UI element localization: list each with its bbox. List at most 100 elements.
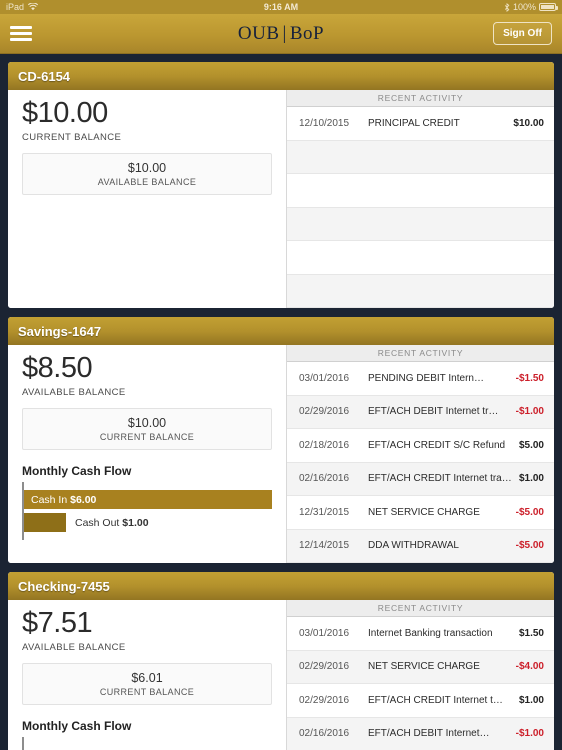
transaction-date: 02/18/2016	[299, 439, 350, 451]
secondary-balance-box: $10.00 AVAILABLE BALANCE	[22, 153, 272, 196]
sign-off-button[interactable]: Sign Off	[493, 22, 552, 45]
transaction-date: 12/14/2015	[299, 540, 350, 552]
transaction-row-empty	[287, 174, 554, 208]
status-right: 100%	[504, 2, 558, 12]
primary-balance-amount: $7.51	[22, 607, 93, 639]
transaction-description: Internet Banking transaction	[368, 627, 493, 639]
transaction-row-empty	[287, 207, 554, 241]
cash-in-bar: Cash In $6.00	[24, 490, 272, 510]
cash-in-label: Cash In	[31, 493, 68, 506]
account-balance-pane: $10.00 CURRENT BALANCE $10.00 AVAILABLE BAL…	[8, 90, 286, 308]
account-card[interactable]: Checking-7455 $7.51 AVAILABLE BALANCE $6.01…	[8, 572, 554, 750]
brand-right: BoP	[289, 22, 325, 44]
transaction-amount: -$5.00	[515, 506, 544, 518]
secondary-balance-amount: $10.00	[127, 161, 167, 176]
cash-out-labelgroup: Cash Out $1.00	[66, 517, 149, 529]
transaction-row[interactable]: 02/16/2016 EFT/ACH DEBIT Internet… -$1.00	[287, 717, 554, 750]
primary-balance-label: CURRENT BALANCE	[22, 132, 122, 144]
account-card-body: $8.50 AVAILABLE BALANCE $10.00 CURRENT BALA…	[8, 345, 554, 563]
battery-icon	[539, 3, 558, 11]
device-label: iPad	[6, 2, 25, 12]
transaction-description: EFT/ACH DEBIT Internet…	[368, 728, 490, 740]
status-left: iPad	[6, 2, 39, 12]
transaction-date: 02/16/2016	[299, 728, 350, 740]
transaction-date: 12/31/2015	[299, 506, 350, 518]
transaction-date: 12/10/2015	[299, 117, 350, 129]
ios-status-bar: iPad 9:16 AM 100%	[0, 0, 562, 14]
secondary-balance-label: AVAILABLE BALANCE	[97, 177, 197, 188]
wifi-icon	[28, 3, 39, 11]
secondary-balance-box: $6.01 CURRENT BALANCE	[22, 663, 272, 706]
cashflow-title: Monthly Cash Flow	[22, 719, 132, 734]
transaction-description: PENDING DEBIT Intern…	[368, 372, 484, 384]
recent-activity-header: RECENT ACTIVITY	[287, 600, 554, 617]
status-clock: 9:16 AM	[263, 2, 299, 12]
cash-out-bar	[24, 513, 66, 533]
transaction-date: 02/29/2016	[299, 406, 350, 418]
hamburger-menu-icon[interactable]	[10, 26, 32, 41]
transaction-row[interactable]: 02/16/2016 EFT/ACH CREDIT Internet tra… $1…	[287, 462, 554, 496]
transaction-date: 02/29/2016	[299, 661, 350, 673]
cashflow-row-cash-in: Cash In $6.00	[24, 490, 272, 510]
account-card[interactable]: CD-6154 $10.00 CURRENT BALANCE $10.00 AVAILA…	[8, 62, 554, 308]
account-balance-pane: $8.50 AVAILABLE BALANCE $10.00 CURRENT BALA…	[8, 345, 286, 563]
transaction-date: 02/29/2016	[299, 694, 350, 706]
account-card-body: $10.00 CURRENT BALANCE $10.00 AVAILABLE BAL…	[8, 90, 554, 308]
transaction-row[interactable]: 02/29/2016 EFT/ACH DEBIT Internet tr… -$1.…	[287, 395, 554, 429]
transaction-row[interactable]: 12/31/2015 NET SERVICE CHARGE -$5.00	[287, 496, 554, 530]
account-balance-pane: $7.51 AVAILABLE BALANCE $6.01 CURRENT BALAN…	[8, 600, 286, 750]
transaction-amount: -$4.00	[515, 661, 544, 673]
secondary-balance-amount: $10.00	[127, 416, 167, 431]
cashflow-title: Monthly Cash Flow	[22, 464, 132, 479]
recent-activity-header: RECENT ACTIVITY	[287, 90, 554, 107]
primary-balance-label: AVAILABLE BALANCE	[22, 642, 126, 654]
transaction-description: EFT/ACH CREDIT Internet t…	[368, 694, 503, 706]
transaction-description: EFT/ACH CREDIT S/C Refund	[368, 439, 506, 451]
account-card[interactable]: Savings-1647 $8.50 AVAILABLE BALANCE $10.00…	[8, 317, 554, 563]
transaction-amount: -$1.00	[515, 406, 544, 418]
transaction-description: DDA WITHDRAWAL	[368, 540, 459, 552]
transaction-description: NET SERVICE CHARGE	[368, 506, 480, 518]
cashflow-chart: Cash In $6.00 Cash Out $1.00	[22, 482, 272, 541]
transaction-row-empty	[287, 140, 554, 174]
cashflow-chart	[22, 737, 272, 750]
recent-activity-pane: RECENT ACTIVITY 03/01/2016 PENDING DEBIT I…	[286, 345, 554, 563]
transaction-amount: -$1.00	[515, 728, 544, 740]
cashflow-row-cash-in	[24, 745, 272, 750]
transaction-amount: $1.00	[518, 473, 544, 485]
transaction-row[interactable]: 12/14/2015 DDA WITHDRAWAL -$5.00	[287, 529, 554, 563]
transaction-date: 03/01/2016	[299, 372, 350, 384]
recent-activity-header: RECENT ACTIVITY	[287, 345, 554, 362]
cash-out-label: Cash Out	[75, 516, 120, 529]
brand-separator: |	[282, 22, 287, 44]
account-card-title: CD-6154	[8, 62, 554, 90]
transaction-amount: -$1.50	[515, 372, 544, 384]
transaction-row[interactable]: 03/01/2016 Internet Banking transaction $1…	[287, 617, 554, 651]
transaction-description: NET SERVICE CHARGE	[368, 661, 480, 673]
transaction-row-empty	[287, 274, 554, 308]
transaction-row[interactable]: 02/29/2016 NET SERVICE CHARGE -$4.00	[287, 650, 554, 684]
transaction-amount: $10.00	[513, 117, 544, 129]
primary-balance-amount: $10.00	[22, 97, 108, 129]
transaction-amount: $1.50	[518, 627, 544, 639]
account-card-title: Checking-7455	[8, 572, 554, 600]
recent-activity-pane: RECENT ACTIVITY 03/01/2016 Internet Bankin…	[286, 600, 554, 750]
transaction-amount: $1.00	[518, 694, 544, 706]
primary-balance-amount: $8.50	[22, 352, 93, 384]
transaction-row-empty	[287, 241, 554, 275]
primary-balance-label: AVAILABLE BALANCE	[22, 387, 126, 399]
accounts-scroll-area[interactable]: CD-6154 $10.00 CURRENT BALANCE $10.00 AVAILA…	[0, 54, 562, 750]
transaction-amount: -$5.00	[515, 540, 544, 552]
transaction-row[interactable]: 02/18/2016 EFT/ACH CREDIT S/C Refund $5.00	[287, 429, 554, 463]
secondary-balance-label: CURRENT BALANCE	[99, 432, 195, 443]
secondary-balance-box: $10.00 CURRENT BALANCE	[22, 408, 272, 451]
transaction-row[interactable]: 03/01/2016 PENDING DEBIT Intern… -$1.50	[287, 362, 554, 396]
transaction-row[interactable]: 12/10/2015 PRINCIPAL CREDIT $10.00	[287, 107, 554, 141]
account-card-body: $7.51 AVAILABLE BALANCE $6.01 CURRENT BALAN…	[8, 600, 554, 750]
app-logo: OUB | BoP	[0, 23, 562, 45]
transaction-description: EFT/ACH DEBIT Internet tr…	[368, 406, 499, 418]
account-card-title: Savings-1647	[8, 317, 554, 345]
transaction-row[interactable]: 02/29/2016 EFT/ACH CREDIT Internet t… $1.0…	[287, 684, 554, 718]
cash-out-value: $1.00	[122, 516, 149, 529]
recent-activity-pane: RECENT ACTIVITY 12/10/2015 PRINCIPAL CREDI…	[286, 90, 554, 308]
